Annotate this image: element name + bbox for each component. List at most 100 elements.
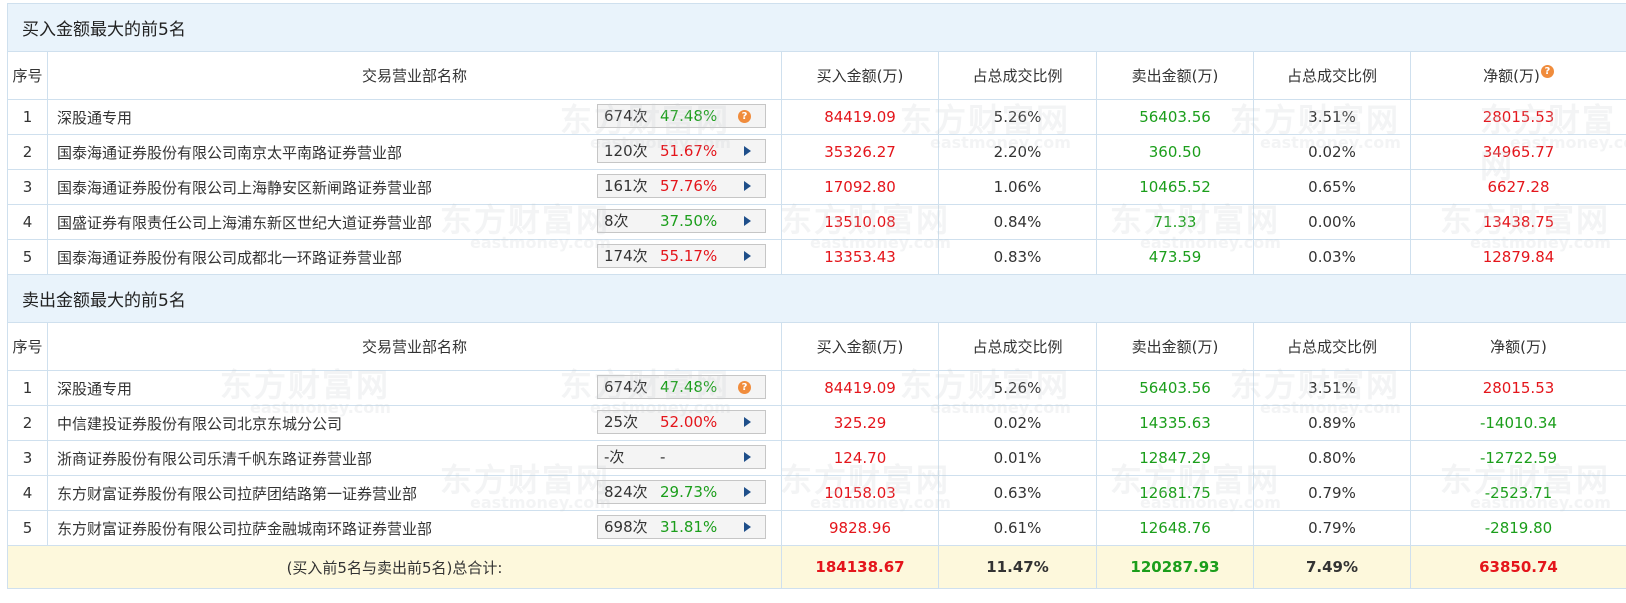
- column-header: 交易营业部名称: [47, 51, 782, 100]
- buy-ratio: 0.61%: [938, 510, 1097, 546]
- buy-ratio: 1.06%: [938, 169, 1097, 205]
- net-amount: 28015.53: [1410, 370, 1626, 406]
- arrow-right-icon[interactable]: [744, 487, 751, 497]
- trade-count-box[interactable]: 161次 57.76%: [597, 174, 766, 198]
- buy-amount: 9828.96: [781, 510, 939, 546]
- row-number: 1: [7, 370, 48, 406]
- buy-ratio: 0.01%: [938, 440, 1097, 476]
- sell-amount: 56403.56: [1096, 370, 1254, 406]
- arrow-right-icon[interactable]: [744, 417, 751, 427]
- column-header: 序号: [7, 322, 48, 371]
- section-title: 买入金额最大的前5名: [7, 3, 1626, 52]
- win-rate: 31.81%: [660, 518, 718, 536]
- arrow-right-icon[interactable]: [744, 146, 751, 156]
- branch-cell: 国泰海通证券股份有限公司上海静安区新闸路证券营业部 161次 57.76%: [47, 169, 782, 205]
- win-rate: 52.00%: [660, 413, 718, 431]
- column-header: 占总成交比例: [938, 51, 1097, 100]
- buy-amount: 35326.27: [781, 134, 939, 170]
- branch-name[interactable]: 中信建投证券股份有限公司北京东城分公司: [57, 413, 342, 434]
- trade-count-box[interactable]: 698次 31.81%: [597, 515, 766, 539]
- table-row: 4 国盛证券有限责任公司上海浦东新区世纪大道证券营业部 8次 37.50% 13510.…: [7, 204, 1626, 240]
- section-title-row: 卖出金额最大的前5名: [7, 274, 1626, 323]
- buy-amount: 13510.08: [781, 204, 939, 240]
- column-header: 占总成交比例: [938, 322, 1097, 371]
- column-header-label: 序号: [12, 338, 43, 356]
- question-icon[interactable]: ?: [1540, 65, 1554, 78]
- branch-name[interactable]: 国泰海通证券股份有限公司成都北一环路证券营业部: [57, 247, 402, 268]
- buy-ratio: 5.26%: [938, 370, 1097, 406]
- sell-ratio: 0.02%: [1253, 134, 1411, 170]
- table-row: 5 东方财富证券股份有限公司拉萨金融城南环路证券营业部 698次 31.81% 9828…: [7, 510, 1626, 546]
- sell-ratio: 0.65%: [1253, 169, 1411, 205]
- net-amount: -12722.59: [1410, 440, 1626, 476]
- sell-amount: 71.33: [1096, 204, 1254, 240]
- branch-name[interactable]: 东方财富证券股份有限公司拉萨团结路第一证券营业部: [57, 483, 417, 504]
- branch-name[interactable]: 深股通专用: [57, 378, 132, 399]
- branch-name[interactable]: 东方财富证券股份有限公司拉萨金融城南环路证券营业部: [57, 518, 432, 539]
- table-row: 2 中信建投证券股份有限公司北京东城分公司 25次 52.00% 325.29 0.02%…: [7, 405, 1626, 441]
- branch-cell: 中信建投证券股份有限公司北京东城分公司 25次 52.00%: [47, 405, 782, 441]
- trade-count-box[interactable]: 824次 29.73%: [597, 480, 766, 504]
- trade-count-box[interactable]: 8次 37.50%: [597, 209, 766, 233]
- billboard-table: 买入金额最大的前5名 序号 交易营业部名称 买入金额(万) 占总成交比例 卖出金额(万) 占…: [7, 3, 1626, 589]
- column-header: 净额(万): [1410, 322, 1626, 371]
- listing-times: -次: [604, 448, 625, 466]
- buy-amount: 124.70: [781, 440, 939, 476]
- column-header: 交易营业部名称: [47, 322, 782, 371]
- listing-times: 161次: [604, 177, 648, 195]
- branch-name[interactable]: 国盛证券有限责任公司上海浦东新区世纪大道证券营业部: [57, 212, 432, 233]
- buy-ratio: 0.63%: [938, 475, 1097, 511]
- trade-count-box[interactable]: 674次 47.48%?: [597, 375, 766, 399]
- row-number: 2: [7, 134, 48, 170]
- sell-ratio: 0.03%: [1253, 239, 1411, 275]
- buy-ratio: 0.83%: [938, 239, 1097, 275]
- trade-count-box[interactable]: 120次 51.67%: [597, 139, 766, 163]
- sell-amount: 473.59: [1096, 239, 1254, 275]
- column-header-label: 占总成交比例: [1286, 338, 1377, 356]
- trade-count-box[interactable]: 25次 52.00%: [597, 410, 766, 434]
- buy-amount: 17092.80: [781, 169, 939, 205]
- branch-name[interactable]: 浙商证券股份有限公司乐清千帆东路证券营业部: [57, 448, 372, 469]
- buy-ratio: 5.26%: [938, 99, 1097, 135]
- column-header-label: 占总成交比例: [1286, 67, 1377, 85]
- sell-amount: 360.50: [1096, 134, 1254, 170]
- win-rate: 29.73%: [660, 483, 718, 501]
- question-icon[interactable]: ?: [738, 110, 751, 123]
- arrow-right-icon[interactable]: [744, 216, 751, 226]
- branch-cell: 东方财富证券股份有限公司拉萨金融城南环路证券营业部 698次 31.81%: [47, 510, 782, 546]
- win-rate: -: [660, 448, 666, 466]
- listing-times: 824次: [604, 483, 648, 501]
- column-header-row: 序号 交易营业部名称 买入金额(万) 占总成交比例 卖出金额(万) 占总成交比例 净额(万): [7, 322, 1626, 371]
- arrow-right-icon[interactable]: [744, 251, 751, 261]
- arrow-right-icon[interactable]: [744, 181, 751, 191]
- sell-ratio: 0.89%: [1253, 405, 1411, 441]
- table-row: 3 国泰海通证券股份有限公司上海静安区新闸路证券营业部 161次 57.76% 1709…: [7, 169, 1626, 205]
- listing-times: 674次: [604, 378, 648, 396]
- column-header-label: 交易营业部名称: [361, 338, 467, 356]
- net-amount: 12879.84: [1410, 239, 1626, 275]
- arrow-right-icon[interactable]: [744, 452, 751, 462]
- sell-amount: 12648.76: [1096, 510, 1254, 546]
- branch-name[interactable]: 深股通专用: [57, 107, 132, 128]
- buy-amount: 13353.43: [781, 239, 939, 275]
- net-amount: 13438.75: [1410, 204, 1626, 240]
- listing-times: 174次: [604, 247, 648, 265]
- trade-count-box[interactable]: 174次 55.17%: [597, 244, 766, 268]
- section-title: 卖出金额最大的前5名: [7, 274, 1626, 323]
- net-amount: -2819.80: [1410, 510, 1626, 546]
- trade-count-box[interactable]: -次 -: [597, 445, 766, 469]
- question-icon[interactable]: ?: [738, 381, 751, 394]
- column-header: 净额(万)?: [1410, 51, 1626, 100]
- row-number: 4: [7, 204, 48, 240]
- buy-ratio: 2.20%: [938, 134, 1097, 170]
- trade-count-box[interactable]: 674次 47.48%?: [597, 104, 766, 128]
- sell-amount: 10465.52: [1096, 169, 1254, 205]
- win-rate: 37.50%: [660, 212, 718, 230]
- buy-amount: 84419.09: [781, 99, 939, 135]
- sell-ratio: 0.79%: [1253, 510, 1411, 546]
- branch-name[interactable]: 国泰海通证券股份有限公司南京太平南路证券营业部: [57, 142, 402, 163]
- column-header-label: 卖出金额(万): [1131, 338, 1219, 356]
- arrow-right-icon[interactable]: [744, 522, 751, 532]
- total-label: (买入前5名与卖出前5名)总合计:: [7, 545, 782, 589]
- branch-name[interactable]: 国泰海通证券股份有限公司上海静安区新闸路证券营业部: [57, 177, 432, 198]
